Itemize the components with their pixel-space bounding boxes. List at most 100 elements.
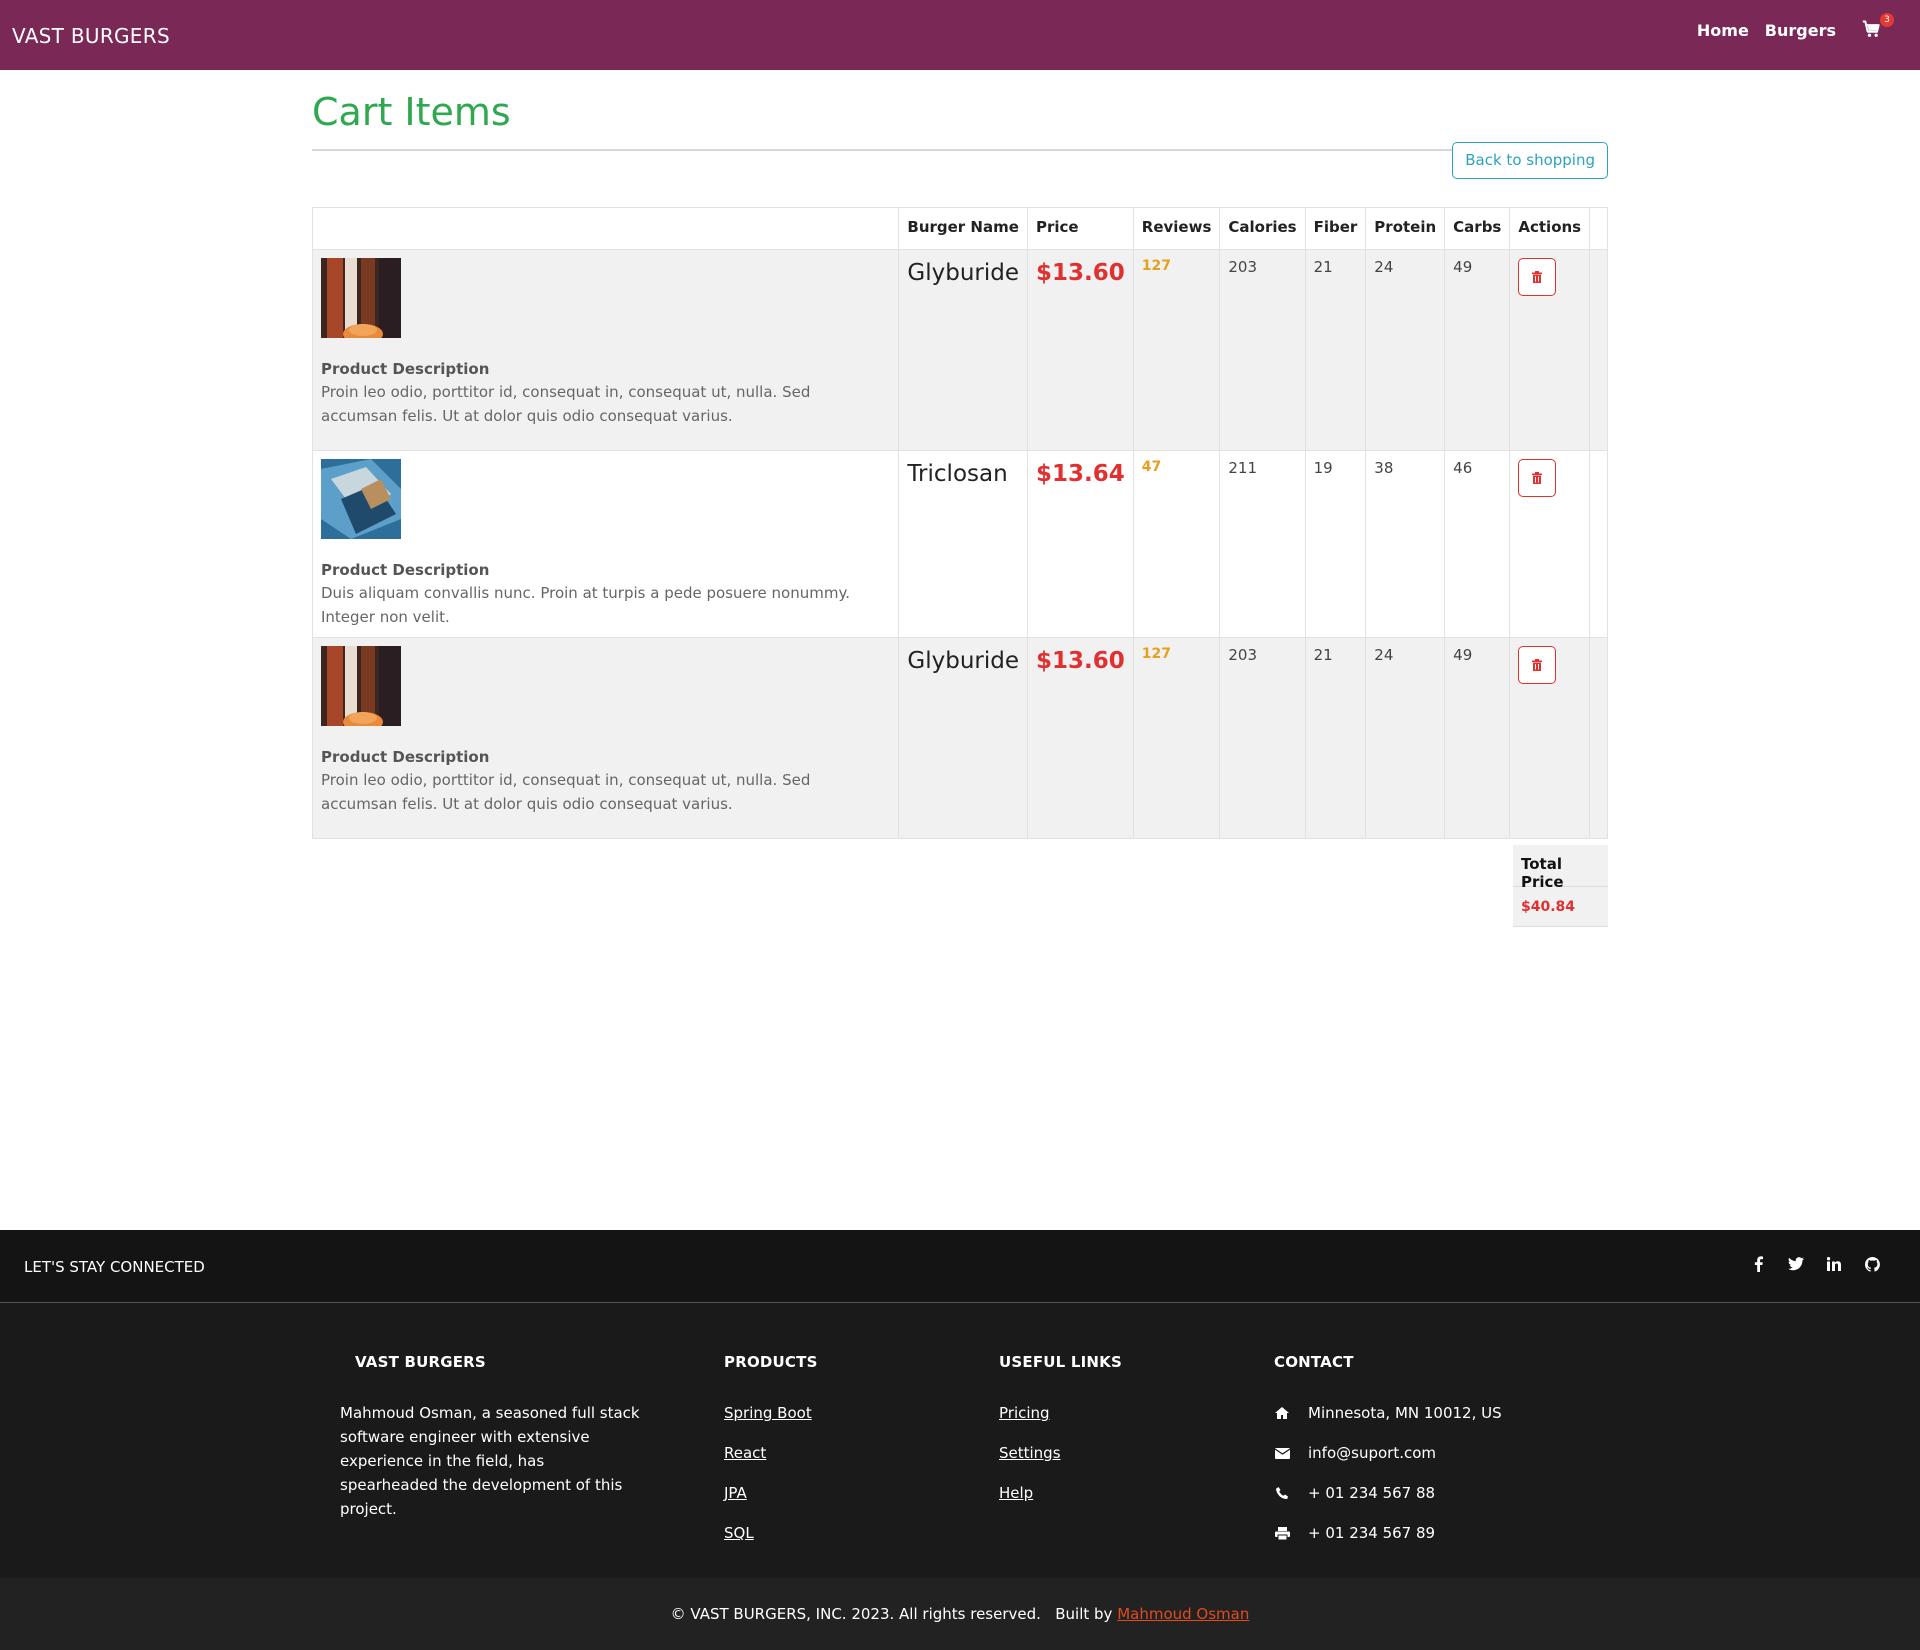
product-image[interactable] [321,258,401,338]
navbar: VAST BURGERS Home Burgers 3 [0,0,1920,70]
review-count: 47 [1141,459,1162,475]
social-links [1750,1255,1880,1273]
header-carbs: Carbs [1444,207,1511,250]
header-reviews: Reviews [1132,207,1221,250]
product-description: Proin leo odio, porttitor id, consequat … [321,383,811,425]
table-header-row: Burger Name Price Reviews Calories Fiber… [311,207,1608,250]
spacer-cell [1589,637,1608,839]
total-price-box: Total Price $40.84 [1513,845,1608,927]
footer-useful-links-column: USEFUL LINKS Pricing Settings Help [999,1353,1199,1521]
contact-fax: + 01 234 567 89 [1308,1524,1436,1542]
delete-item-button[interactable] [1518,258,1557,296]
product-image[interactable] [321,646,401,726]
carbs-value: 49 [1453,258,1473,276]
calories-value: 203 [1228,646,1258,664]
footer-link-react[interactable]: React [724,1441,924,1465]
burger-name: Triclosan [907,461,1008,487]
trash-icon [1532,659,1543,671]
footer-about-column: VAST BURGERS Mahmoud Osman, a seasoned f… [340,1353,640,1521]
product-description: Proin leo odio, porttitor id, consequat … [321,771,811,813]
spacer-cell [1589,450,1608,638]
github-icon[interactable] [1864,1255,1880,1273]
footer-link-settings[interactable]: Settings [999,1441,1199,1465]
home-icon [1274,1405,1290,1421]
back-to-shopping-button[interactable]: Back to shopping [1452,142,1608,179]
fiber-value: 21 [1313,258,1333,276]
header-image [311,207,900,250]
fiber-value: 19 [1313,459,1333,477]
phone-icon [1274,1485,1290,1501]
burger-name: Glyburide [907,648,1019,674]
contact-address-row: Minnesota, MN 10012, US [1274,1401,1594,1425]
nav-home-link[interactable]: Home [1697,21,1749,40]
total-price-label: Total Price [1513,845,1608,891]
footer-about-heading: VAST BURGERS [355,1353,486,1371]
delete-item-button[interactable] [1518,646,1557,684]
product-description-heading: Product Description [321,561,490,579]
table-row: Product Description Proin leo odio, port… [311,637,1608,839]
product-description-heading: Product Description [321,748,490,766]
product-description-heading: Product Description [321,360,490,378]
title-divider [312,149,1476,151]
fiber-value: 21 [1313,646,1333,664]
linkedin-icon[interactable] [1826,1255,1842,1273]
print-icon [1274,1525,1290,1541]
cart-icon[interactable]: 3 [1862,13,1894,41]
footer-social-bar: LET'S STAY CONNECTED [0,1230,1920,1303]
trash-icon [1532,472,1543,484]
table-row: Product Description Duis aliquam convall… [311,450,1608,638]
contact-email: info@suport.com [1308,1444,1437,1462]
delete-item-button[interactable] [1518,459,1557,497]
footer-about-text: Mahmoud Osman, a seasoned full stack sof… [340,1404,640,1518]
twitter-icon[interactable] [1788,1255,1804,1273]
footer-link-spring-boot[interactable]: Spring Boot [724,1401,924,1425]
contact-fax-row: + 01 234 567 89 [1274,1521,1594,1545]
facebook-icon[interactable] [1750,1255,1766,1273]
author-link[interactable]: Mahmoud Osman [1117,1605,1249,1623]
nav-links: Home Burgers 3 [1697,13,1894,41]
footer-products-heading: PRODUCTS [724,1353,818,1371]
product-cell: Product Description Duis aliquam convall… [311,450,900,638]
footer-copyright-bar: © VAST BURGERS, INC. 2023. All rights re… [0,1578,1920,1650]
stay-connected-text: LET'S STAY CONNECTED [24,1258,205,1276]
contact-phone-row: + 01 234 567 88 [1274,1481,1594,1505]
footer-link-help[interactable]: Help [999,1481,1199,1505]
burger-name: Glyburide [907,260,1019,286]
product-cell: Product Description Proin leo odio, port… [311,249,900,451]
header-actions: Actions [1509,207,1591,250]
spacer-cell [1589,249,1608,451]
burger-price: $13.60 [1036,648,1125,674]
header-spacer [1589,207,1608,250]
burger-price: $13.60 [1036,260,1125,286]
header-price: Price [1027,207,1134,250]
product-description: Duis aliquam convallis nunc. Proin at tu… [321,584,850,626]
product-cell: Product Description Proin leo odio, port… [311,637,900,839]
carbs-value: 46 [1453,459,1473,477]
review-count: 127 [1141,646,1171,662]
header-fiber: Fiber [1304,207,1367,250]
header-protein: Protein [1365,207,1446,250]
footer-link-pricing[interactable]: Pricing [999,1401,1199,1425]
table-row: Product Description Proin leo odio, port… [311,249,1608,451]
cart-table: Burger Name Price Reviews Calories Fiber… [311,207,1608,839]
footer-products-column: PRODUCTS Spring Boot React JPA SQL [724,1353,924,1561]
review-count: 127 [1141,258,1171,274]
protein-value: 24 [1374,646,1394,664]
contact-email-row: info@suport.com [1274,1441,1594,1465]
footer-contact-column: CONTACT Minnesota, MN 10012, US info@sup… [1274,1353,1594,1561]
contact-address: Minnesota, MN 10012, US [1308,1404,1502,1422]
footer-link-sql[interactable]: SQL [724,1521,924,1545]
envelope-icon [1274,1445,1290,1461]
calories-value: 211 [1228,459,1258,477]
nav-burgers-link[interactable]: Burgers [1765,21,1836,40]
header-burger-name: Burger Name [898,207,1028,250]
carbs-value: 49 [1453,646,1473,664]
copyright-text: © VAST BURGERS, INC. 2023. All rights re… [670,1605,1041,1623]
product-image[interactable] [321,459,401,539]
footer-link-jpa[interactable]: JPA [724,1481,924,1505]
header-calories: Calories [1219,207,1306,250]
footer-main: VAST BURGERS Mahmoud Osman, a seasoned f… [0,1303,1920,1578]
brand-logo[interactable]: VAST BURGERS [12,24,170,48]
calories-value: 203 [1228,258,1258,276]
protein-value: 38 [1374,459,1394,477]
